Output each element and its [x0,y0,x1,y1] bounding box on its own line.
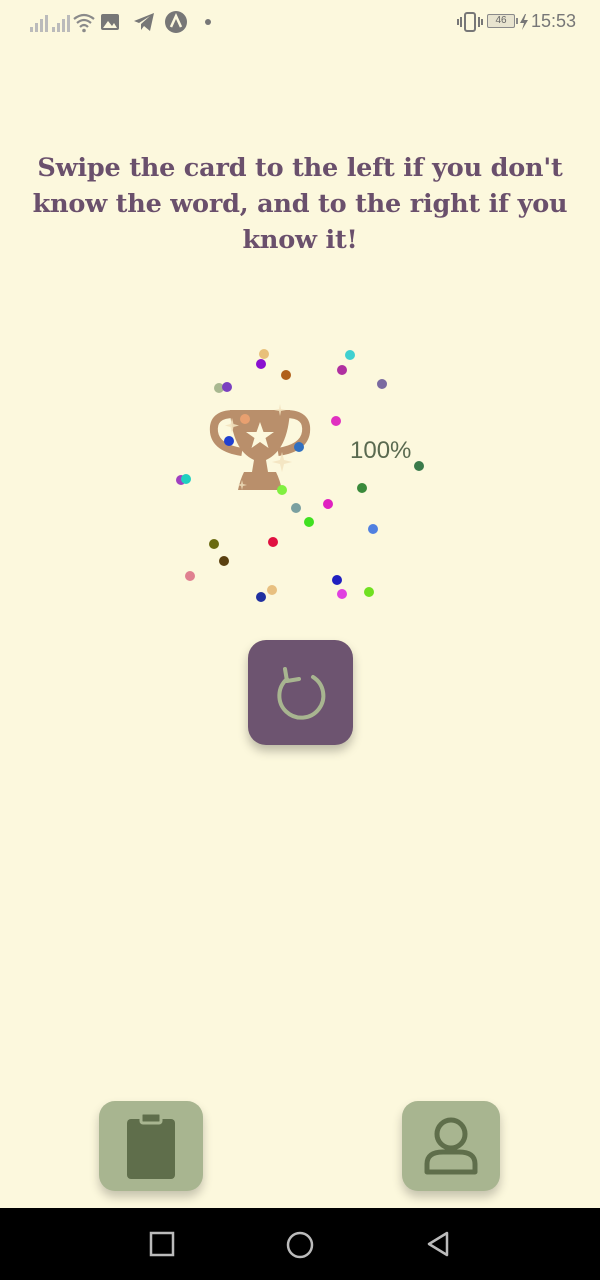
nav-profile-button[interactable] [402,1101,500,1191]
recent-apps-icon[interactable] [148,1230,176,1258]
home-icon[interactable] [285,1230,315,1260]
restart-button[interactable] [248,640,353,745]
system-nav-bar [0,1208,600,1280]
restart-icon [276,666,325,720]
back-icon[interactable] [425,1230,453,1258]
nav-clipboard-button[interactable] [99,1101,203,1191]
clipboard-icon [127,1111,175,1179]
profile-icon [424,1117,478,1175]
